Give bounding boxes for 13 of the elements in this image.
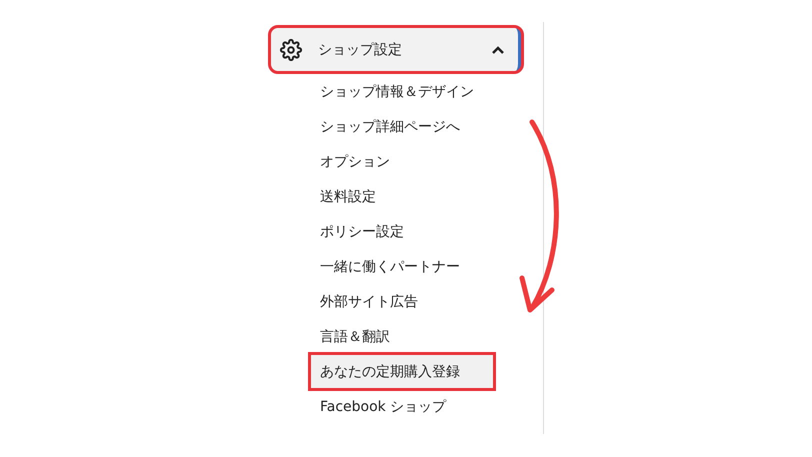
menu-item[interactable]: ショップ詳細ページへ [310, 109, 494, 144]
menu-item[interactable]: Facebook ショップ [310, 389, 494, 424]
menu-item[interactable]: 言語＆翻訳 [310, 319, 494, 354]
menu-item[interactable]: ポリシー設定 [310, 214, 494, 249]
menu-item[interactable]: 外部サイト広告 [310, 284, 494, 319]
settings-icon [280, 38, 302, 60]
menu-item[interactable]: あなたの定期購入登録 [310, 354, 494, 389]
shop-settings-header[interactable]: ショップ設定 [270, 27, 522, 72]
menu-item[interactable]: 一緒に働くパートナー [310, 249, 494, 284]
menu-item[interactable]: ショップ情報＆デザイン [310, 74, 494, 109]
chevron-up-icon [492, 46, 504, 54]
menu-item[interactable]: 送料設定 [310, 179, 494, 214]
menu-item[interactable]: オプション [310, 144, 494, 179]
